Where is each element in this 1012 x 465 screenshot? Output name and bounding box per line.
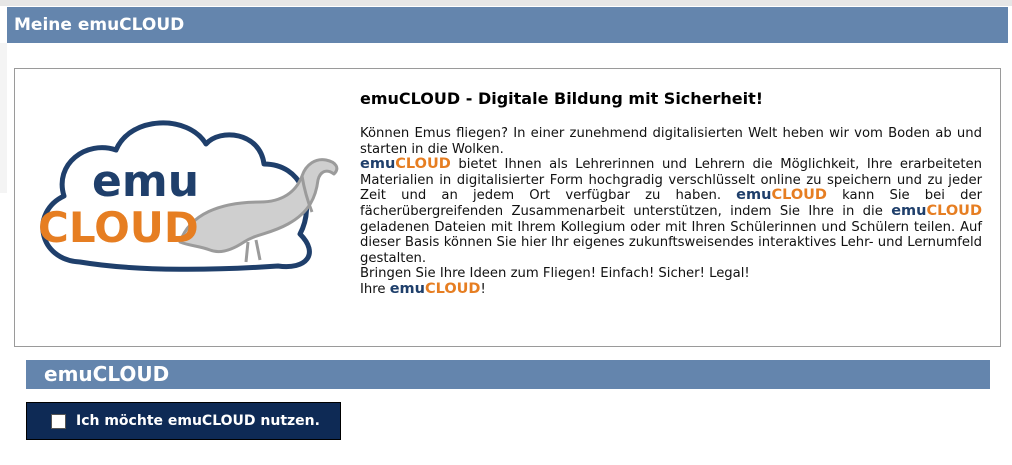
section-title: emuCLOUD — [44, 362, 170, 386]
emu-icon — [178, 158, 339, 254]
info-paragraph-2: emuCLOUD bietet Ihnen als Lehrerinnen un… — [360, 156, 982, 266]
info-paragraph-4: Ihre emuCLOUD! — [360, 280, 486, 297]
page-title-bar: Meine emuCLOUD — [7, 7, 1008, 43]
side-strip — [0, 43, 7, 193]
info-text: emuCLOUD - Digitale Bildung mit Sicherhe… — [360, 89, 982, 298]
info-heading: emuCLOUD - Digitale Bildung mit Sicherhe… — [360, 89, 764, 108]
brand-name: emuCLOUD — [891, 202, 982, 219]
checkbox-label: Ich möchte emuCLOUD nutzen. — [76, 413, 320, 429]
section-header: emuCLOUD — [26, 360, 990, 389]
logo-word-emu: emu — [92, 156, 199, 207]
logo-word-cloud: CLOUD — [38, 203, 199, 252]
emucloud-logo: emu CLOUD — [38, 120, 339, 272]
checkbox[interactable] — [51, 413, 66, 429]
page-title: Meine emuCLOUD — [14, 15, 185, 35]
brand-name: emuCLOUD — [389, 280, 481, 297]
use-emucloud-toggle[interactable]: Ich möchte emuCLOUD nutzen. — [26, 402, 341, 440]
info-paragraph-3: Bringen Sie Ihre Ideen zum Fliegen! Einf… — [360, 266, 750, 282]
top-divider — [0, 0, 1012, 6]
brand-name: emuCLOUD — [736, 187, 827, 204]
brand-name: emuCLOUD — [360, 156, 451, 173]
info-paragraph-1: Können Emus fliegen? In einer zunehmend … — [360, 126, 982, 157]
